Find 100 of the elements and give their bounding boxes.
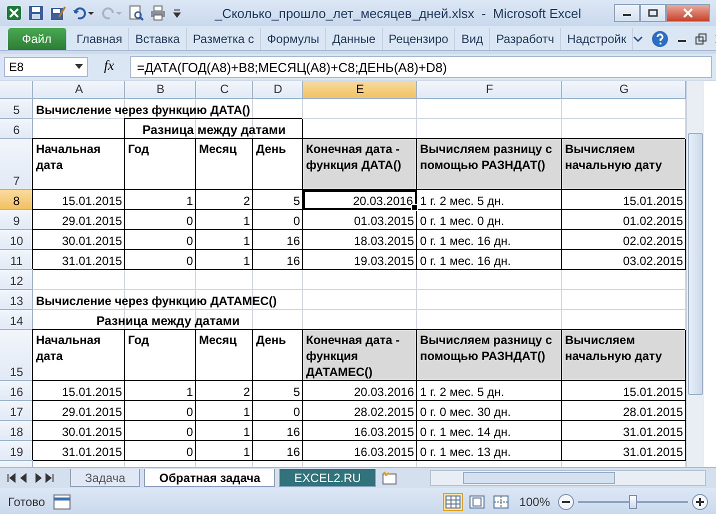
close-button[interactable] (666, 4, 710, 22)
sheet-tab[interactable]: Обратная задача (144, 469, 276, 487)
table-cell: 30.01.2015 (33, 230, 125, 250)
table-cell: 0 г. 1 мес. 13 дн. (417, 441, 562, 461)
table-cell: 16 (253, 250, 303, 270)
row-header[interactable]: 17 (0, 401, 33, 421)
zoom-slider-thumb[interactable] (629, 494, 637, 508)
minimize-button[interactable] (614, 4, 640, 22)
window-title: _Сколько_прошло_лет_месяцев_дней.xlsx - Microsoft Excel (214, 6, 582, 20)
table-cell: 0 г. 1 мес. 14 дн. (417, 421, 562, 441)
zoom-in-button[interactable] (692, 494, 708, 510)
restore-button[interactable] (640, 4, 666, 22)
table-cell: 16.03.2015 (303, 421, 417, 441)
table-cell: 29.01.2015 (33, 401, 125, 421)
row-header[interactable]: 13 (0, 290, 33, 310)
table-cell: 0 г. 1 мес. 16 дн. (417, 230, 562, 250)
save-as-icon[interactable] (50, 5, 66, 21)
ribbon-tab[interactable]: Рецензиро (382, 28, 456, 50)
table-cell: 1 (196, 401, 253, 421)
table-cell: 1 (125, 381, 196, 401)
insert-function-label[interactable]: fx (94, 59, 124, 75)
group-heading: Разница между датами (95, 313, 241, 330)
cell-reference: E8 (9, 60, 24, 74)
ribbon-tab[interactable]: Вид (455, 28, 490, 50)
table-cell: 28.02.2015 (303, 401, 417, 421)
column-heading: День (253, 330, 303, 381)
table-cell: 19.03.2015 (303, 250, 417, 270)
table-cell: 0 (125, 401, 196, 421)
column-heading: Вычисляем начальную дату (562, 139, 686, 190)
horizontal-scrollbar[interactable] (430, 470, 706, 486)
row-header[interactable]: 5 (0, 99, 33, 119)
row-header[interactable]: 19 (0, 441, 33, 461)
row-header[interactable]: 14 (0, 310, 33, 330)
table-cell: 1 (196, 230, 253, 250)
table-cell: 5 (253, 190, 303, 210)
name-box[interactable]: E8 (4, 57, 88, 77)
insert-sheet-icon[interactable] (380, 471, 398, 485)
table-cell: 0 (253, 210, 303, 230)
vertical-scrollbar[interactable] (686, 81, 704, 467)
column-header[interactable]: D (253, 81, 303, 99)
print-preview-icon[interactable] (128, 5, 144, 21)
table-cell: 0 (253, 401, 303, 421)
row-header[interactable]: 11 (0, 250, 33, 270)
column-header[interactable]: F (417, 81, 562, 99)
table-cell: 0 г. 1 мес. 16 дн. (417, 250, 562, 270)
fill-handle[interactable] (411, 204, 418, 211)
macro-record-icon[interactable] (53, 494, 72, 510)
table-cell: 1 (196, 421, 253, 441)
restore-icon[interactable] (695, 33, 708, 45)
table-cell: 2 (196, 381, 253, 401)
row-header[interactable]: 12 (0, 270, 33, 290)
save-icon[interactable] (28, 5, 44, 21)
row-header[interactable]: 10 (0, 230, 33, 250)
row-header[interactable]: 7 (0, 139, 33, 190)
table-cell: 31.01.2015 (33, 250, 125, 270)
ribbon-tab[interactable]: Надстройк (561, 28, 634, 50)
table-cell: 30.01.2015 (33, 421, 125, 441)
row-header[interactable]: 15 (0, 330, 33, 381)
view-button[interactable] (467, 492, 488, 510)
table-cell: 01.03.2015 (303, 210, 417, 230)
row-header[interactable]: 9 (0, 210, 33, 230)
row-header[interactable]: 18 (0, 421, 33, 441)
ribbon-tab[interactable]: Формулы (261, 28, 326, 50)
ribbon-tab[interactable]: Файл (8, 28, 67, 50)
table-cell: 1 (196, 210, 253, 230)
column-heading: Вычисляем начальную дату (562, 330, 686, 381)
ribbon-tab[interactable]: Разметка с (186, 28, 262, 50)
table-cell: 15.01.2015 (33, 190, 125, 210)
table-cell: 1 (196, 250, 253, 270)
caret-icon[interactable] (633, 34, 644, 44)
dropdown-caret-icon[interactable] (75, 64, 83, 70)
row-header[interactable]: 16 (0, 381, 33, 401)
row-header[interactable]: 6 (0, 119, 33, 139)
ribbon-tab[interactable]: Вставка (129, 28, 187, 50)
zoom-out-button[interactable] (558, 494, 574, 510)
undo-icon[interactable] (72, 5, 94, 21)
sheet-tab[interactable]: Задача (70, 469, 140, 487)
ribbon-tab[interactable]: Данные (326, 28, 383, 50)
sheet-tab[interactable]: EXCEL2.RU (279, 469, 376, 487)
zoom-level[interactable]: 100% (519, 494, 550, 508)
column-header[interactable]: G (562, 81, 686, 99)
view-button[interactable] (443, 492, 464, 510)
column-header[interactable]: E (303, 81, 417, 99)
view-button[interactable] (491, 492, 512, 510)
column-header[interactable]: A (33, 81, 125, 99)
ribbon-tab[interactable]: Разработч (490, 28, 562, 50)
formula-field[interactable]: =ДАТА(ГОД(A8)+B8;МЕСЯЦ(A8)+C8;ДЕНЬ(A8)+D8) (130, 56, 712, 78)
table-cell: 20.03.2016 (303, 190, 417, 210)
close-icon (683, 8, 693, 18)
column-header[interactable]: C (196, 81, 253, 99)
table-cell: 0 (125, 210, 196, 230)
column-header[interactable]: B (125, 81, 196, 99)
table-cell: 18.03.2015 (303, 230, 417, 250)
table-cell: 28.01.2015 (562, 401, 686, 421)
help-icon[interactable] (651, 30, 670, 48)
column-heading: Год (125, 330, 196, 381)
excel-logo-icon (6, 5, 22, 21)
row-header[interactable]: 8 (0, 190, 33, 210)
printer-icon[interactable] (150, 5, 166, 21)
ribbon-tab[interactable]: Главная (70, 28, 130, 50)
